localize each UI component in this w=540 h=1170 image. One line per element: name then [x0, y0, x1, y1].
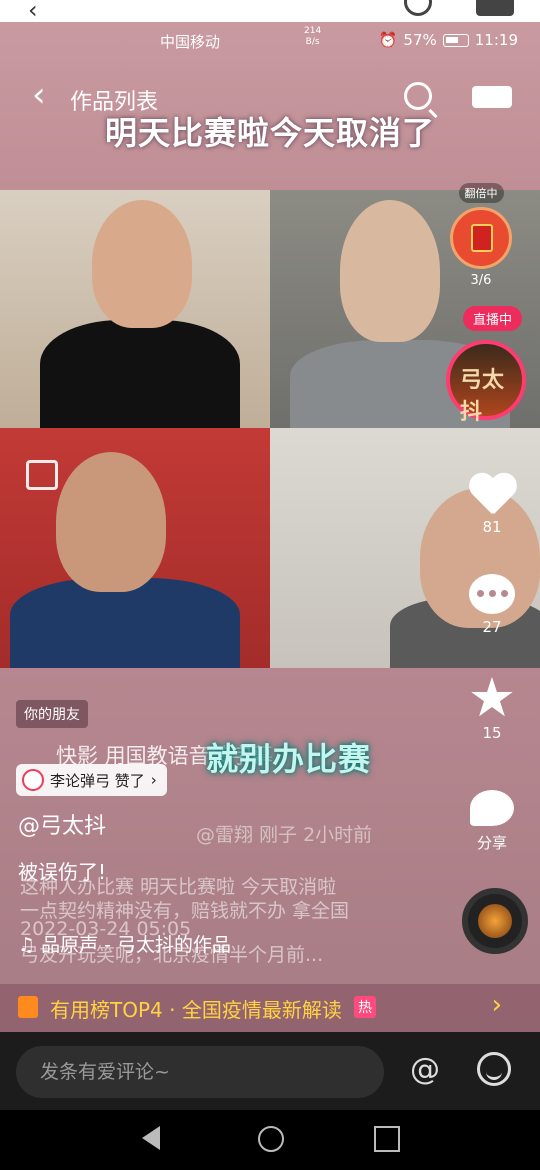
emoji-icon[interactable]: [477, 1052, 511, 1086]
share-button[interactable]: 分享: [464, 790, 520, 853]
video-banner-text: 明天比赛啦今天取消了: [104, 114, 435, 152]
red-envelope-icon[interactable]: [450, 207, 512, 269]
person-body: [40, 320, 240, 428]
comment-field[interactable]: [16, 1046, 384, 1098]
music-title: 品原声 - 弓太抖的作品: [41, 934, 232, 956]
search-icon[interactable]: [404, 0, 432, 16]
like-button[interactable]: 81: [464, 474, 520, 536]
camera-icon[interactable]: [472, 86, 512, 108]
music-disc-icon[interactable]: [462, 888, 528, 954]
star-icon: ★: [467, 666, 517, 729]
comment-button[interactable]: 27: [464, 574, 520, 636]
music-row[interactable]: ♫ 品原声 - 弓太抖的作品: [18, 930, 231, 957]
favorite-button[interactable]: ★ 15: [464, 666, 520, 743]
hot-topic-text: 有用榜TOP4 · 全国疫情最新解读: [50, 998, 342, 1022]
video-player[interactable]: 中国移动 214 B/s ⏰ 57% 11:19 ‹ 作品列表 明天比赛啦今天取…: [0, 22, 540, 1032]
recents-nav-icon[interactable]: [374, 1126, 400, 1152]
battery-icon: [442, 33, 469, 47]
reward-progress: 3/6: [470, 273, 492, 288]
hot-list-icon: [18, 996, 38, 1018]
share-icon: [470, 790, 514, 826]
system-nav-bar: [0, 1110, 540, 1170]
avatar-logo: 弓太抖: [460, 368, 505, 425]
friend-avatar: [22, 769, 44, 791]
camera-icon[interactable]: [476, 0, 514, 16]
hot-topic-bar[interactable]: 有用榜TOP4 · 全国疫情最新解读 热 ›: [0, 984, 540, 1032]
person-face: [340, 200, 440, 342]
home-nav-icon[interactable]: [258, 1126, 284, 1152]
friend-tag: 你的朋友: [16, 700, 88, 728]
status-bar: 中国移动 214 B/s ⏰ 57% 11:19: [0, 26, 540, 54]
share-label: 分享: [476, 834, 507, 852]
back-button[interactable]: ‹: [32, 78, 46, 112]
reward-widget[interactable]: 翻倍中 3/6: [450, 182, 512, 288]
comment-bar: @: [0, 1032, 540, 1110]
heart-icon: [468, 474, 516, 518]
battery-percent: 57%: [403, 31, 437, 49]
carrier-label: 中国移动: [160, 33, 221, 51]
ghost-line-3: 这种人办比赛 明天比赛啦 今天取消啦: [20, 876, 337, 898]
reward-tag: 翻倍中: [458, 183, 504, 203]
music-note-icon: ♫: [18, 934, 36, 956]
net-speed: 214 B/s: [304, 26, 321, 48]
mid-banner-text: 就别办比赛: [206, 740, 372, 778]
like-notice-text: 李论弹弓 赞了: [50, 771, 145, 790]
friend-like-notice[interactable]: 李论弹弓 赞了 ›: [16, 764, 167, 796]
video-cell-1: [0, 190, 270, 428]
person-face: [92, 200, 192, 328]
comment-icon: [469, 574, 515, 614]
net-speed-unit: B/s: [305, 37, 320, 47]
chevron-right-icon: ›: [150, 771, 157, 789]
net-speed-value: 214: [304, 26, 322, 36]
comment-input[interactable]: [16, 1046, 384, 1098]
chevron-right-icon: ›: [491, 990, 502, 1020]
like-count: 81: [482, 518, 502, 536]
hot-badge: 热: [354, 996, 376, 1018]
author-handle[interactable]: @弓太抖: [18, 808, 106, 840]
rotate-screen-icon[interactable]: [26, 460, 58, 490]
mention-icon[interactable]: @: [410, 1052, 440, 1087]
back-nav-icon[interactable]: [142, 1126, 160, 1150]
live-badge[interactable]: 直播中: [462, 306, 522, 331]
search-icon[interactable]: [404, 82, 432, 110]
creator-avatar[interactable]: 弓太抖: [446, 340, 526, 425]
status-right: ⏰ 57% 11:19: [379, 31, 518, 49]
top-strip: ‹: [0, 0, 540, 24]
comment-count: 27: [482, 618, 502, 636]
alarm-icon: ⏰: [378, 31, 398, 49]
ghost-line-2: @雷翔 刚子 2小时前: [196, 824, 373, 846]
clock: 11:19: [474, 31, 518, 49]
person-face: [56, 452, 166, 592]
back-icon[interactable]: ‹: [28, 0, 38, 24]
